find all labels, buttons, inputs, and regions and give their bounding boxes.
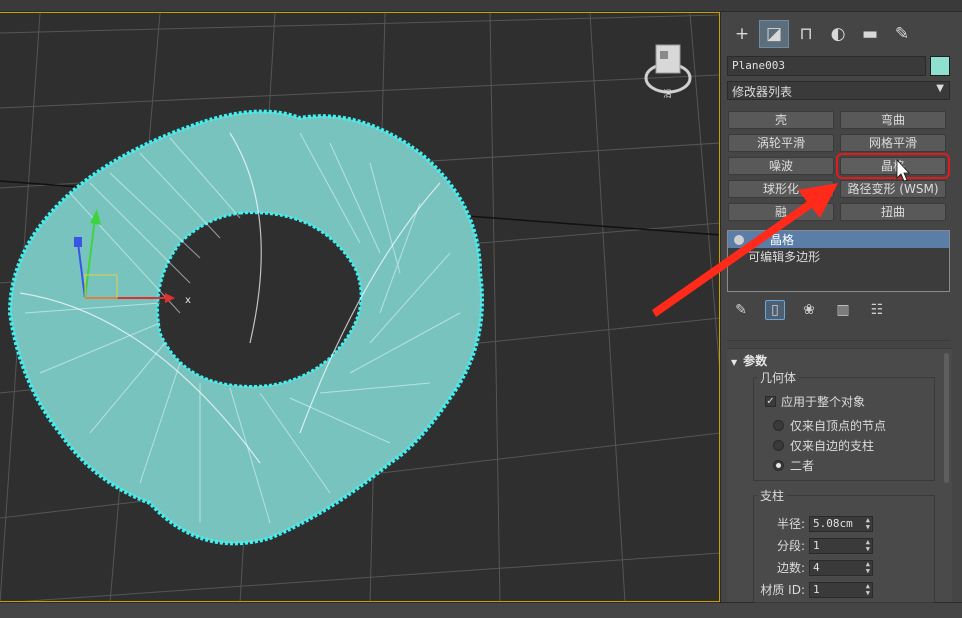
modifier-lattice-button[interactable]: 晶格 <box>836 153 950 179</box>
configure-sets-icon[interactable]: ☷ <box>867 300 887 320</box>
geometry-group-label: 几何体 <box>757 369 800 386</box>
modifier-button-grid: 壳 弯曲 涡轮平滑 网格平滑 噪波 晶格 球形化 路径变形 (WSM) 融 扭曲 <box>728 111 950 221</box>
show-end-result-icon[interactable]: ▯ <box>765 300 785 320</box>
modifier-pathdeform-button[interactable]: 路径变形 (WSM) <box>840 180 946 198</box>
modifier-stack: 晶格 ▶ 可编辑多边形 <box>727 230 950 292</box>
modifier-noise-button[interactable]: 噪波 <box>728 157 834 175</box>
pin-stack-icon[interactable]: ✎ <box>731 300 751 320</box>
display-tab-display-icon[interactable]: ▬ <box>855 20 885 48</box>
viewcube-icon: 滑 <box>644 44 692 100</box>
viewport-canvas: x 滑 <box>0 13 719 601</box>
apply-whole-object-checkbox[interactable]: ✓ 应用于整个对象 <box>765 393 865 410</box>
struts-group-label: 支柱 <box>757 487 788 504</box>
modifier-melt-button[interactable]: 融 <box>728 203 834 221</box>
motion-tab-motion-icon[interactable]: ◐ <box>823 20 853 48</box>
status-bar-strip <box>0 602 962 618</box>
radio-edges-only[interactable]: 仅来自边的支柱 <box>773 437 874 454</box>
axis-x-label: x <box>185 295 191 306</box>
chevron-down-icon: ▼ <box>936 83 944 94</box>
stack-item-editable-poly[interactable]: ▶ 可编辑多边形 <box>728 248 949 265</box>
perspective-viewport[interactable]: x 滑 <box>0 12 720 602</box>
modifier-list-label: 修改器列表 <box>732 85 793 99</box>
make-unique-icon[interactable]: ❀ <box>799 300 819 320</box>
sides-field: 边数: 4 ▲ ▼ <box>755 559 873 576</box>
command-panel: + ◪ ⊓ ◐ ▬ ✎ Plane003 修改器列表 ▼ 壳 弯曲 涡轮平滑 网… <box>720 12 962 603</box>
modifier-bend-button[interactable]: 弯曲 <box>840 111 946 129</box>
top-toolbar-strip <box>0 0 962 12</box>
material-id-spinner[interactable]: 1 ▲ ▼ <box>809 581 873 598</box>
checkmark-icon: ✓ <box>765 396 776 407</box>
viewcube-label: 滑 <box>663 89 672 100</box>
radius-field: 半径: 5.08cm ▲ ▼ <box>755 515 873 532</box>
hierarchy-tab-hierarchy-icon[interactable]: ⊓ <box>791 20 821 48</box>
expand-triangle-icon[interactable]: ▶ <box>734 252 740 261</box>
sides-spinner[interactable]: 4 ▲ ▼ <box>809 559 873 576</box>
modifier-meshsmooth-button[interactable]: 网格平滑 <box>840 134 946 152</box>
object-color-swatch[interactable] <box>930 56 950 76</box>
modifier-list-dropdown[interactable]: 修改器列表 ▼ <box>727 81 950 100</box>
modifier-spherify-button[interactable]: 球形化 <box>728 180 834 198</box>
modifier-shell-button[interactable]: 壳 <box>728 111 834 129</box>
stack-item-lattice[interactable]: 晶格 <box>728 231 949 248</box>
material-id-field: 材质 ID: 1 ▲ ▼ <box>755 581 873 598</box>
rollout-divider <box>727 340 950 341</box>
object-name-field[interactable]: Plane003 <box>727 56 926 76</box>
modify-tab-modify-icon[interactable]: ◪ <box>759 20 789 48</box>
modifier-twist-button[interactable]: 扭曲 <box>840 203 946 221</box>
radio-vertices-only[interactable]: 仅来自顶点的节点 <box>773 417 886 434</box>
parameters-rollout-header[interactable]: ▼ 参数 <box>731 352 767 369</box>
stack-toolbar: ✎ ▯ ❀ ▥ ☷ <box>727 298 950 322</box>
command-panel-tabs: + ◪ ⊓ ◐ ▬ ✎ <box>727 20 957 48</box>
modifier-turbosmooth-button[interactable]: 涡轮平滑 <box>728 134 834 152</box>
segments-field: 分段: 1 ▲ ▼ <box>755 537 873 554</box>
utilities-tab-utilities-icon[interactable]: ✎ <box>887 20 917 48</box>
radius-spinner[interactable]: 5.08cm ▲ ▼ <box>809 515 873 532</box>
segments-spinner[interactable]: 1 ▲ ▼ <box>809 537 873 554</box>
radio-both[interactable]: 二者 <box>773 457 814 474</box>
parameters-rollout: ▼ 参数 几何体 ✓ 应用于整个对象 仅来自顶点的节点 仅来自边的支柱 二者 支柱… <box>727 348 952 603</box>
panel-scrollbar[interactable] <box>944 353 949 483</box>
lattice-mesh <box>7 109 484 546</box>
create-tab-plus-icon[interactable]: + <box>727 20 757 48</box>
eye-icon[interactable] <box>734 234 744 245</box>
delete-modifier-icon[interactable]: ▥ <box>833 300 853 320</box>
